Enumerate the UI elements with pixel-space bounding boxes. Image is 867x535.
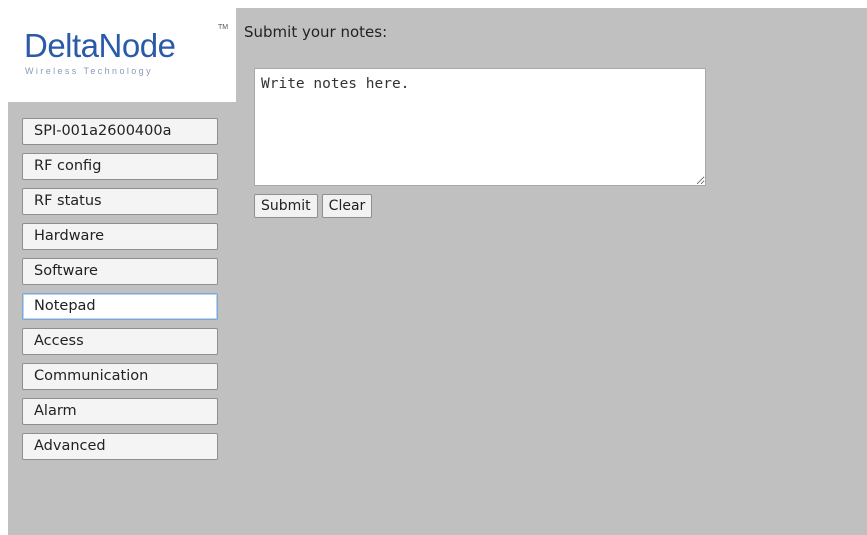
logo-wordmark: DeltaNode xyxy=(24,26,176,66)
nav-button-software[interactable]: Software xyxy=(22,258,218,285)
notes-textarea[interactable]: Write notes here. xyxy=(254,68,706,186)
nav-button-advanced[interactable]: Advanced xyxy=(22,433,218,460)
notepad-panel: Submit your notes: Write notes here. Sub… xyxy=(244,22,706,218)
logo-word-delta: Delta xyxy=(24,27,99,64)
clear-button[interactable]: Clear xyxy=(321,194,373,218)
nav-button-rf-status[interactable]: RF status xyxy=(22,188,218,215)
nav-button-alarm[interactable]: Alarm xyxy=(22,398,218,425)
logo-word-node: Node xyxy=(98,27,176,64)
nav-button-communication[interactable]: Communication xyxy=(22,363,218,390)
sidebar-nav: SPI-001a2600400a RF config RF status Har… xyxy=(22,118,218,468)
logo-trademark: TM xyxy=(218,24,229,31)
nav-button-device-id[interactable]: SPI-001a2600400a xyxy=(22,118,218,145)
top-border xyxy=(0,0,867,8)
nav-button-notepad[interactable]: Notepad xyxy=(22,293,218,320)
submit-button[interactable]: Submit xyxy=(254,194,318,218)
nav-button-rf-config[interactable]: RF config xyxy=(22,153,218,180)
page-title: Submit your notes: xyxy=(244,23,388,41)
nav-button-hardware[interactable]: Hardware xyxy=(22,223,218,250)
nav-button-access[interactable]: Access xyxy=(22,328,218,355)
logo-tagline: Wireless Technology xyxy=(25,66,153,76)
logo: DeltaNode TM Wireless Technology xyxy=(8,8,236,102)
form-actions: Submit Clear xyxy=(254,194,376,218)
